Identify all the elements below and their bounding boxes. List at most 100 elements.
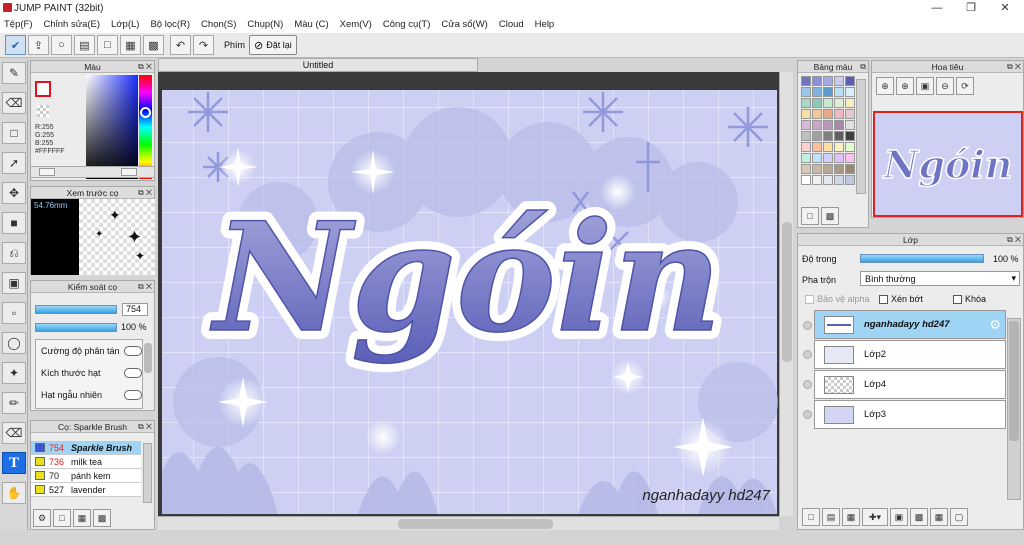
new-brush-icon[interactable]: □ [53, 509, 71, 527]
color-swatch[interactable] [845, 87, 855, 97]
comment-icon[interactable]: ○ [51, 35, 72, 55]
particle-size-toggle[interactable] [124, 368, 142, 378]
zoom-out-icon[interactable]: ⊖ [936, 77, 954, 95]
panel-close-icon[interactable]: ⧉ ✕ [138, 61, 152, 73]
color-swatch[interactable] [834, 131, 844, 141]
menu-capture[interactable]: Chụp(N) [247, 19, 283, 30]
panel-close-icon[interactable]: ⧉ ✕ [1007, 234, 1021, 246]
gradient-tool-icon[interactable]: ▣ [2, 272, 26, 294]
panel-close-icon[interactable]: ⧉ ✕ [138, 421, 152, 433]
color-swatch[interactable] [812, 87, 822, 97]
eraser-tool-icon[interactable]: ⌫ [2, 92, 26, 114]
zoom-fit-icon[interactable]: ⊕ [876, 77, 894, 95]
mini-button-right[interactable] [121, 168, 137, 176]
fit-window-icon[interactable]: ▣ [916, 77, 934, 95]
layer-row[interactable]: Lớp4 [814, 370, 1006, 399]
color-swatch[interactable] [801, 164, 811, 174]
protect-alpha-checkbox[interactable]: Bảo vệ alpha [805, 294, 870, 305]
color-swatch[interactable] [801, 175, 811, 185]
minimize-icon[interactable]: — [920, 0, 954, 16]
color-swatch[interactable] [812, 153, 822, 163]
layer-row[interactable]: nganhadayy hd247 ⚙ [814, 310, 1006, 339]
saturation-value-picker[interactable] [86, 75, 138, 179]
menu-view[interactable]: Xem(V) [340, 19, 372, 30]
color-swatch[interactable] [801, 98, 811, 108]
canvas-horizontal-scrollbar[interactable] [158, 516, 779, 530]
artwork-canvas[interactable]: Ngóin Ngóin nganhadayy hd247 [158, 72, 779, 516]
foreground-color-swatch[interactable] [35, 81, 51, 97]
layer-visibility-icon[interactable] [803, 410, 812, 419]
undo-icon[interactable]: ↶ [170, 35, 191, 55]
copy-layer-icon[interactable]: ▤ [822, 508, 840, 526]
color-swatch[interactable] [834, 76, 844, 86]
menu-color[interactable]: Màu (C) [294, 19, 328, 30]
canvas-area[interactable]: Ngóin Ngóin nganhadayy hd247 [158, 72, 793, 516]
lock-checkbox[interactable]: Khóa [953, 294, 986, 305]
keys-label[interactable]: Phím [224, 40, 245, 50]
color-swatch[interactable] [823, 131, 833, 141]
color-swatch[interactable] [812, 131, 822, 141]
swatch-grid[interactable] [801, 76, 855, 194]
color-swatch[interactable] [834, 164, 844, 174]
color-swatch[interactable] [845, 131, 855, 141]
check-icon[interactable]: ✔ [5, 35, 26, 55]
layer-row[interactable]: Lớp2 [814, 340, 1006, 369]
color-swatch[interactable] [845, 109, 855, 119]
color-swatch[interactable] [845, 164, 855, 174]
panel-close-icon[interactable]: ⧉ ✕ [138, 187, 152, 199]
color-swatch[interactable] [823, 120, 833, 130]
line-tool-icon[interactable]: ➚ [2, 152, 26, 174]
scatter-strength-toggle[interactable] [124, 346, 142, 356]
layer-opacity-slider[interactable] [860, 254, 984, 263]
transparent-swatch[interactable] [37, 105, 49, 117]
merge-layer-icon[interactable]: ▩ [910, 508, 928, 526]
layer-visibility-icon[interactable] [803, 350, 812, 359]
redo-icon[interactable]: ↷ [193, 35, 214, 55]
zoom-in-icon[interactable]: ⊕ [896, 77, 914, 95]
clip-checkbox[interactable]: Xén bớt [879, 294, 923, 305]
brush-item[interactable]: 754 Sparkle Brush [31, 441, 141, 455]
color-swatch[interactable] [834, 120, 844, 130]
color-swatch[interactable] [845, 120, 855, 130]
color-swatch[interactable] [845, 98, 855, 108]
color-swatch[interactable] [823, 98, 833, 108]
menu-select[interactable]: Chọn(S) [201, 19, 236, 30]
note-icon[interactable]: ▤ [74, 35, 95, 55]
color-swatch[interactable] [812, 175, 822, 185]
brush-delete-icon[interactable]: ▩ [93, 509, 111, 527]
maximize-icon[interactable]: ❐ [954, 0, 988, 16]
fill-rect-tool-icon[interactable]: ■ [2, 212, 26, 234]
menu-tools[interactable]: Công cụ(T) [383, 19, 431, 30]
layers-scrollbar[interactable] [1007, 318, 1021, 500]
rotate-icon[interactable]: ⟳ [956, 77, 974, 95]
close-icon[interactable]: ✕ [988, 0, 1022, 16]
color-swatch[interactable] [834, 109, 844, 119]
brush-options-scrollbar[interactable] [144, 343, 152, 373]
layer-settings-icon[interactable]: ▦ [930, 508, 948, 526]
color-swatch[interactable] [801, 120, 811, 130]
color-swatch[interactable] [823, 175, 833, 185]
color-swatch[interactable] [823, 109, 833, 119]
delete-layer-icon[interactable]: ▢ [950, 508, 968, 526]
color-swatch[interactable] [812, 98, 822, 108]
reset-button[interactable]: ⊘ Đặt lại [249, 35, 297, 55]
brush-size-input[interactable]: 754 [122, 303, 148, 316]
lasso-tool-icon[interactable]: ◯ [2, 332, 26, 354]
new-folder-icon[interactable]: ▣ [890, 508, 908, 526]
color-swatch[interactable] [834, 175, 844, 185]
navigator-preview[interactable]: Ngóin [873, 111, 1023, 217]
document-icon[interactable]: ▦ [120, 35, 141, 55]
color-swatch[interactable] [823, 164, 833, 174]
brush-item[interactable]: 527 lavender [31, 483, 141, 497]
color-swatch[interactable] [834, 142, 844, 152]
brush-size-slider[interactable] [35, 305, 117, 314]
color-swatch[interactable] [845, 76, 855, 86]
color-swatch[interactable] [845, 142, 855, 152]
layer-visibility-icon[interactable] [803, 380, 812, 389]
swatch-scrollbar[interactable] [856, 79, 866, 194]
panel-close-icon[interactable]: ⧉ [860, 61, 866, 73]
menu-help[interactable]: Help [535, 19, 555, 30]
panel-close-icon[interactable]: ⧉ ✕ [138, 281, 152, 293]
brush-list-scrollbar[interactable] [143, 443, 152, 503]
horizontal-scroll-thumb[interactable] [398, 519, 553, 529]
